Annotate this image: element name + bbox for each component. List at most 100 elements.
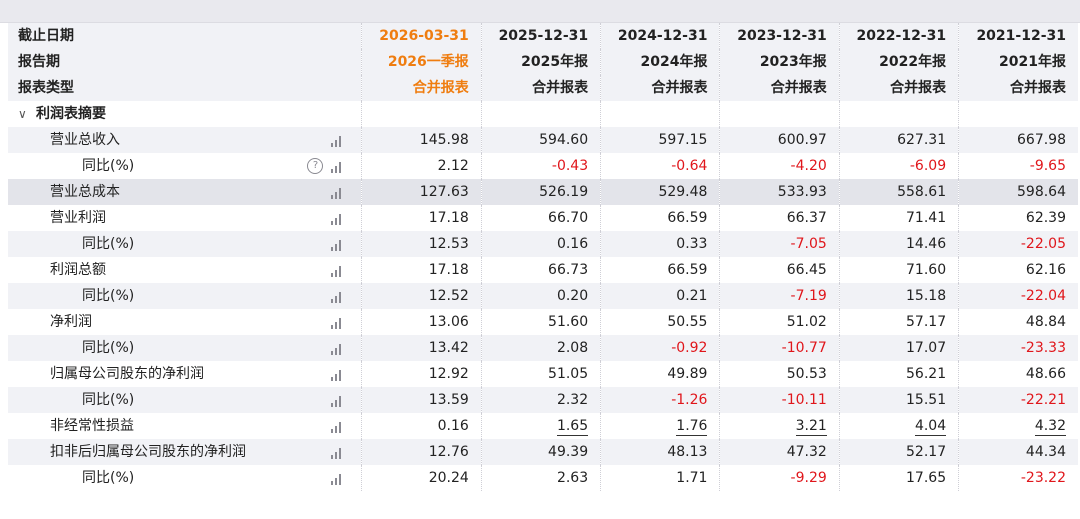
value-cell: -0.64	[600, 153, 720, 179]
table-row[interactable]: 营业总收入 145.98 594.60 597.15 600.97 627.31 667.9…	[8, 127, 1078, 153]
value-text: 0.16	[556, 236, 589, 252]
bar-chart-icon[interactable]	[331, 344, 343, 355]
value-cell: 62.39	[958, 205, 1078, 231]
bar-chart-icon[interactable]	[331, 396, 343, 407]
bar-chart-icon[interactable]	[331, 136, 343, 147]
header-cell: 2023-12-31	[719, 23, 840, 49]
value-text: -10.77	[781, 340, 827, 356]
table-row[interactable]: 扣非后归属母公司股东的净利润 12.76 49.39 48.13 47.32 52.17 4…	[8, 439, 1078, 465]
value-cell: 2.12	[361, 153, 482, 179]
value-text: -6.09	[909, 158, 947, 174]
row-label: 归属母公司股东的净利润	[50, 366, 204, 382]
value-cell: -6.09	[838, 153, 959, 179]
value-text: 17.18	[428, 210, 469, 226]
value-text: -0.43	[551, 158, 589, 174]
table-row[interactable]: 营业利润 17.18 66.70 66.59 66.37 71.41 62.39	[8, 205, 1078, 231]
bar-chart-icon[interactable]	[331, 240, 343, 251]
value-cell: 1.65	[480, 413, 601, 439]
header-cell: 2024-12-31	[600, 23, 720, 49]
value-cell: 627.31	[838, 127, 959, 153]
value-text: -0.64	[671, 158, 708, 174]
bar-chart-icon[interactable]	[331, 422, 343, 433]
bar-chart-icon[interactable]	[331, 266, 343, 277]
value-cell: 62.16	[958, 257, 1078, 283]
header-cell: 2021-12-31	[958, 23, 1078, 49]
value-text: -10.11	[781, 392, 827, 408]
empty-cell	[958, 101, 1078, 127]
value-text: 0.21	[676, 288, 708, 304]
value-text[interactable]: 1.65	[556, 417, 589, 436]
value-cell: 13.06	[361, 309, 482, 335]
bar-chart-icon[interactable]	[331, 318, 343, 329]
value-cell: 48.13	[600, 439, 720, 465]
bar-chart-icon[interactable]	[331, 188, 343, 199]
value-cell: 49.39	[480, 439, 601, 465]
value-cell: 48.66	[958, 361, 1078, 387]
value-text: -0.92	[671, 340, 708, 356]
value-cell: 57.17	[838, 309, 959, 335]
value-text: 13.59	[428, 392, 469, 408]
value-text[interactable]: 4.04	[914, 417, 947, 436]
value-cell: 52.17	[838, 439, 959, 465]
table-row[interactable]: 同比(%)? 2.12 -0.43 -0.64 -4.20 -6.09 -9.65	[8, 153, 1078, 179]
value-cell: 558.61	[838, 179, 959, 205]
bar-chart-icon[interactable]	[331, 474, 343, 485]
value-text[interactable]: 3.21	[795, 417, 827, 436]
value-text: 2.63	[556, 470, 589, 486]
value-cell: 51.05	[480, 361, 601, 387]
value-cell: -7.05	[719, 231, 840, 257]
row-label: 同比(%)	[82, 158, 135, 174]
value-text: 49.89	[667, 366, 708, 382]
value-cell: 1.76	[600, 413, 720, 439]
section-row[interactable]: ∨ 利润表摘要	[8, 101, 1078, 127]
table-row[interactable]: 同比(%) 20.24 2.63 1.71 -9.29 17.65 -23.22	[8, 465, 1078, 491]
value-text: 127.63	[419, 184, 469, 200]
value-cell: 3.21	[719, 413, 840, 439]
value-cell: 66.59	[600, 257, 720, 283]
value-cell: 12.76	[361, 439, 482, 465]
value-cell: -22.05	[958, 231, 1078, 257]
value-text: -4.20	[790, 158, 827, 174]
empty-cell	[838, 101, 959, 127]
bar-chart-icon[interactable]	[331, 214, 343, 225]
header-cell: 合并报表	[719, 75, 840, 101]
value-cell: 71.41	[838, 205, 959, 231]
table-row[interactable]: 同比(%) 13.59 2.32 -1.26 -10.11 15.51 -22.21	[8, 387, 1078, 413]
value-text: 2.08	[556, 340, 589, 356]
table-row[interactable]: 营业总成本 127.63 526.19 529.48 533.93 558.61 598.6…	[8, 179, 1078, 205]
table-row[interactable]: 净利润 13.06 51.60 50.55 51.02 57.17 48.84	[8, 309, 1078, 335]
value-text: 13.06	[428, 314, 469, 330]
help-circle-icon[interactable]: ?	[307, 158, 324, 174]
header-cell: 合并报表	[838, 75, 959, 101]
value-text: -7.19	[790, 288, 827, 304]
row-label: 同比(%)	[82, 236, 135, 252]
value-text: 48.13	[667, 444, 708, 460]
value-text: 66.45	[786, 262, 827, 278]
table-row[interactable]: 同比(%) 13.42 2.08 -0.92 -10.77 17.07 -23.33	[8, 335, 1078, 361]
value-cell: -10.11	[719, 387, 840, 413]
bar-chart-icon[interactable]	[331, 370, 343, 381]
value-text[interactable]: 1.76	[676, 417, 708, 436]
value-text: 0.33	[676, 236, 708, 252]
table-row[interactable]: 非经常性损益 0.16 1.65 1.76 3.21 4.04 4.32	[8, 413, 1078, 439]
table-row[interactable]: 利润总额 17.18 66.73 66.59 66.45 71.60 62.16	[8, 257, 1078, 283]
table-row[interactable]: 同比(%) 12.53 0.16 0.33 -7.05 14.46 -22.05	[8, 231, 1078, 257]
value-cell: 15.18	[838, 283, 959, 309]
table-row[interactable]: 同比(%) 12.52 0.20 0.21 -7.19 15.18 -22.04	[8, 283, 1078, 309]
value-cell: 51.60	[480, 309, 601, 335]
value-text: 600.97	[777, 132, 827, 148]
value-cell: 15.51	[838, 387, 959, 413]
bar-chart-icon[interactable]	[331, 292, 343, 303]
value-text[interactable]: 4.32	[1034, 417, 1066, 436]
value-text: 667.98	[1017, 132, 1066, 148]
chevron-down-icon[interactable]: ∨	[18, 101, 27, 127]
header-label: 报表类型	[18, 80, 74, 96]
value-cell: 0.20	[480, 283, 601, 309]
value-text: 52.17	[906, 444, 947, 460]
header-period-row: 报告期 2026一季报 2025年报 2024年报 2023年报 2022年报 2021年报	[8, 49, 1078, 75]
bar-chart-icon[interactable]	[331, 448, 343, 459]
table-row[interactable]: 归属母公司股东的净利润 12.92 51.05 49.89 50.53 56.21 48.6…	[8, 361, 1078, 387]
row-label: 利润总额	[50, 262, 106, 278]
bar-chart-icon[interactable]	[331, 162, 343, 173]
value-text: 50.53	[786, 366, 827, 382]
